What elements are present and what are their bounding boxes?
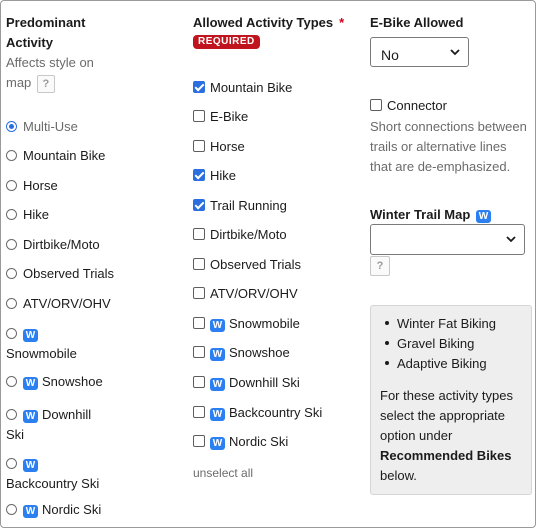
radio-button[interactable]: [6, 376, 17, 387]
checkbox-downhill-ski[interactable]: W Downhill Ski: [193, 375, 300, 391]
checkbox[interactable]: [193, 110, 205, 122]
ebike-select[interactable]: No: [370, 37, 469, 67]
radio-button[interactable]: [6, 150, 17, 161]
checkbox[interactable]: [193, 346, 205, 358]
radio-button[interactable]: [6, 209, 17, 220]
ebike-section: E-Bike Allowed No Connector Short connec…: [370, 13, 532, 495]
radio-snowshoe[interactable]: W Snowshoe: [6, 374, 103, 390]
radio-button[interactable]: [6, 239, 17, 250]
radio-horse[interactable]: Horse: [6, 178, 58, 193]
ebike-heading: E-Bike Allowed: [370, 15, 464, 30]
checkbox-observed-trials[interactable]: Observed Trials: [193, 257, 301, 272]
winter-badge-icon: W: [210, 408, 225, 421]
checkbox[interactable]: [193, 228, 205, 240]
checkbox[interactable]: [370, 99, 382, 111]
checkbox-e-bike[interactable]: E-Bike: [193, 109, 248, 124]
checkbox-backcountry-ski[interactable]: W Backcountry Ski: [193, 405, 322, 421]
radio-button[interactable]: [6, 409, 17, 420]
radio-mountain-bike[interactable]: Mountain Bike: [6, 148, 105, 163]
radio-nordic-ski[interactable]: W Nordic Ski: [6, 502, 101, 518]
radio-downhill-ski[interactable]: W Downhill Ski: [6, 405, 91, 445]
chevron-down-icon: [450, 49, 460, 56]
checkbox-hike[interactable]: Hike: [193, 168, 236, 183]
winter-trail-map-select[interactable]: [370, 224, 525, 255]
radio-observed-trials[interactable]: Observed Trials: [6, 266, 114, 281]
checkbox-checked[interactable]: [193, 81, 205, 93]
predominant-activity-section: Predominant Activity Affects style on ma…: [6, 13, 181, 518]
checkbox-mountain-bike[interactable]: Mountain Bike: [193, 80, 292, 95]
winter-badge-icon: W: [23, 459, 38, 472]
checkbox-checked[interactable]: [193, 169, 205, 181]
checkbox[interactable]: [193, 435, 205, 447]
activity-form-panel: Predominant Activity Affects style on ma…: [0, 0, 536, 528]
info-paragraph: For these activity types select the appr…: [380, 388, 513, 483]
winter-badge-icon: W: [23, 377, 38, 390]
chevron-down-icon: [506, 236, 516, 243]
radio-button[interactable]: [6, 504, 17, 515]
radio-hike[interactable]: Hike: [6, 207, 49, 222]
checkbox-checked[interactable]: [193, 199, 205, 211]
radio-button[interactable]: [6, 298, 17, 309]
help-icon[interactable]: ?: [370, 256, 390, 276]
winter-badge-icon: W: [210, 437, 225, 450]
checkbox[interactable]: [193, 406, 205, 418]
checkbox-dirtbike-moto[interactable]: Dirtbike/Moto: [193, 227, 287, 242]
radio-dirtbike-moto[interactable]: Dirtbike/Moto: [6, 237, 100, 252]
winter-badge-icon: W: [210, 319, 225, 332]
checkbox[interactable]: [193, 317, 205, 329]
unselect-all-link[interactable]: unselect all: [193, 463, 253, 483]
radio-button[interactable]: [6, 268, 17, 279]
radio-button[interactable]: [6, 458, 17, 469]
radio-snowmobile[interactable]: W Snowmobile: [6, 324, 77, 364]
list-item: Winter Fat Biking: [385, 314, 496, 334]
checkbox-snowshoe[interactable]: W Snowshoe: [193, 345, 290, 361]
connector-help-text: Short connections between trails or alte…: [370, 119, 527, 174]
allowed-activity-section: Allowed Activity Types * REQUIRED Mountai…: [193, 13, 363, 480]
winter-badge-icon: W: [210, 348, 225, 361]
info-box: Winter Fat Biking Gravel Biking Adaptive…: [370, 305, 532, 495]
winter-trail-map-heading: Winter Trail Map W: [370, 205, 495, 225]
checkbox[interactable]: [193, 258, 205, 270]
checkbox-atv-orv-ohv[interactable]: ATV/ORV/OHV: [193, 286, 298, 301]
ebike-select-value: No: [381, 47, 399, 63]
checkbox[interactable]: [193, 140, 205, 152]
info-list: Winter Fat Biking Gravel Biking Adaptive…: [385, 314, 496, 374]
list-item: Gravel Biking: [385, 334, 496, 354]
radio-button-checked[interactable]: [6, 121, 17, 132]
radio-backcountry-ski[interactable]: W Backcountry Ski: [6, 454, 99, 494]
winter-badge-icon: W: [475, 210, 491, 223]
winter-badge-icon: W: [23, 410, 38, 423]
checkbox-snowmobile[interactable]: W Snowmobile: [193, 316, 300, 332]
radio-button[interactable]: [6, 180, 17, 191]
radio-button[interactable]: [6, 328, 17, 339]
checkbox-horse[interactable]: Horse: [193, 139, 245, 154]
radio-atv-orv-ohv[interactable]: ATV/ORV/OHV: [6, 296, 111, 311]
winter-badge-icon: W: [23, 329, 38, 342]
connector-checkbox-row[interactable]: Connector: [370, 98, 447, 113]
checkbox-trail-running[interactable]: Trail Running: [193, 198, 287, 213]
checkbox-nordic-ski[interactable]: W Nordic Ski: [193, 434, 288, 450]
winter-badge-icon: W: [210, 378, 225, 391]
checkbox[interactable]: [193, 287, 205, 299]
checkbox[interactable]: [193, 376, 205, 388]
list-item: Adaptive Biking: [385, 354, 496, 374]
radio-multi-use[interactable]: Multi-Use: [6, 119, 78, 134]
winter-badge-icon: W: [23, 505, 38, 518]
